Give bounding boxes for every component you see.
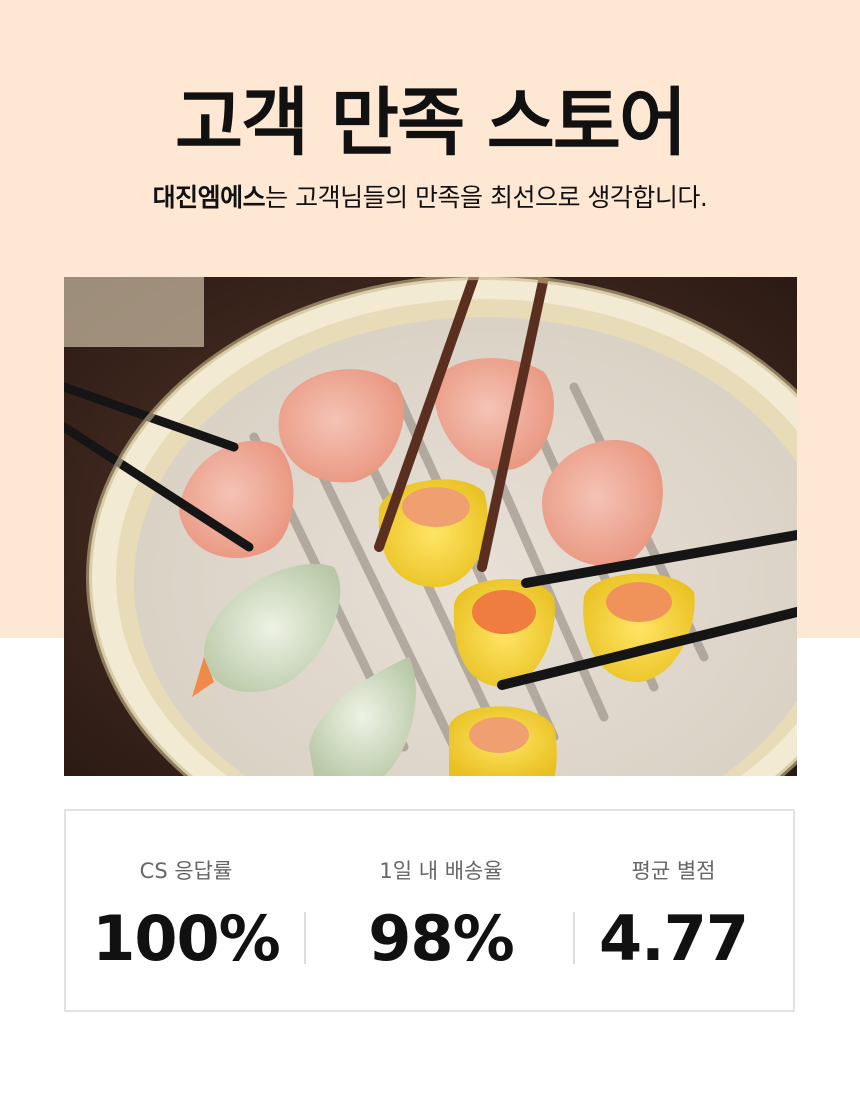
- stat-delivery-rate: 1일 내 배송율 98%: [306, 811, 576, 1014]
- dumpling-steamer-photo: [64, 277, 797, 776]
- subtitle-brand: 대진엠에스: [152, 183, 266, 212]
- stat-divider: [573, 912, 575, 964]
- page-title: 고객 만족 스토어: [174, 80, 687, 166]
- stat-label: 평균 별점: [631, 859, 716, 883]
- stat-label: CS 응답률: [139, 859, 233, 883]
- stat-value: 4.77: [599, 902, 749, 975]
- subtitle-text: 는 고객님들의 만족을 최선으로 생각합니다.: [265, 183, 708, 212]
- stat-value: 100%: [92, 902, 281, 975]
- stat-value: 98%: [368, 902, 514, 975]
- stat-average-rating: 평균 별점 4.77: [576, 811, 771, 1014]
- stat-label: 1일 내 배송율: [379, 859, 503, 883]
- stat-cs-response: CS 응답률 100%: [66, 811, 306, 1014]
- store-stats-panel: CS 응답률 100% 1일 내 배송율 98% 평균 별점 4.77: [64, 809, 795, 1012]
- page-subtitle: 대진엠에스는 고객님들의 만족을 최선으로 생각합니다.: [0, 180, 860, 216]
